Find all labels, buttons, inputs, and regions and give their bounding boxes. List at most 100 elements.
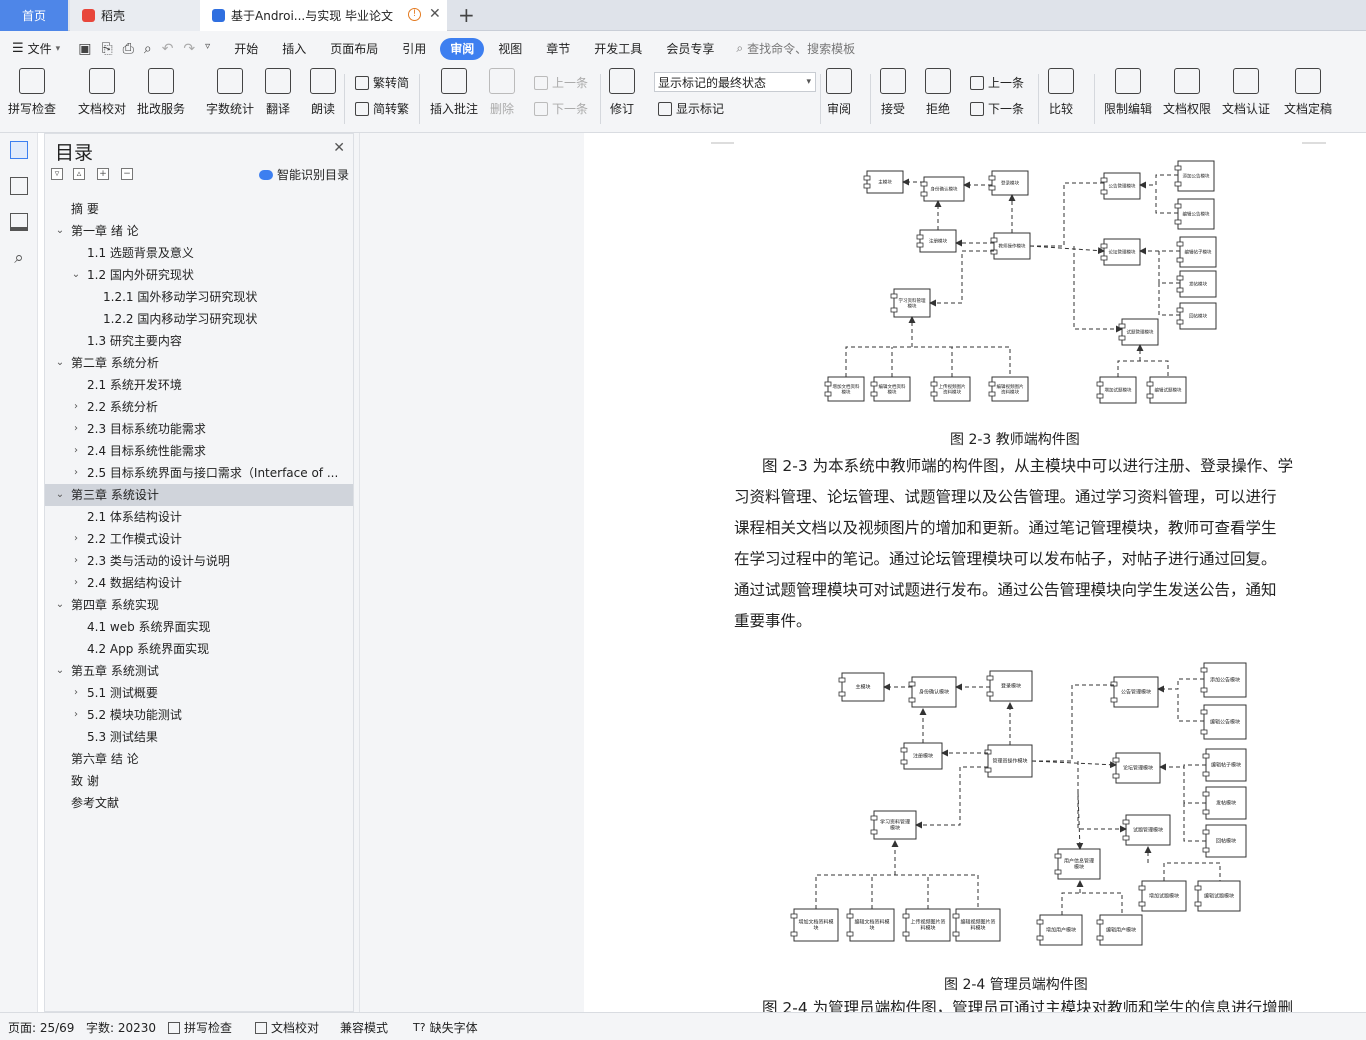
toc-item[interactable]: › 2.3 类与活动的设计与说明 bbox=[45, 550, 353, 572]
spell-check-button[interactable]: 拼写检查 bbox=[8, 68, 56, 117]
delete-comment-button[interactable]: 删除 bbox=[489, 68, 515, 117]
toc-item[interactable]: 参考文献 bbox=[45, 792, 353, 814]
toc-item[interactable]: › 2.2 系统分析 bbox=[45, 396, 353, 418]
review-pane-button[interactable]: 审阅 bbox=[826, 68, 852, 117]
chevron-down-icon[interactable]: ⌄ bbox=[71, 264, 81, 286]
collapse-all-icon[interactable]: ▿ bbox=[51, 168, 63, 180]
reject-button[interactable]: 拒绝 bbox=[925, 68, 951, 117]
show-markup-button[interactable]: 显示标记 bbox=[658, 100, 724, 117]
track-changes-button[interactable]: 修订 bbox=[609, 68, 635, 117]
missing-font-indicator[interactable]: T? 缺失字体 bbox=[413, 1019, 478, 1036]
insert-comment-button[interactable]: 插入批注 bbox=[430, 68, 478, 117]
print-icon[interactable]: ⎙ bbox=[123, 41, 134, 57]
undo-icon[interactable]: ↶ bbox=[162, 41, 174, 57]
menu-tab-5[interactable]: 视图 bbox=[488, 38, 532, 60]
toc-item[interactable]: 1.3 研究主要内容 bbox=[45, 330, 353, 352]
toc-item[interactable]: › 2.2 工作模式设计 bbox=[45, 528, 353, 550]
toc-item[interactable]: › 2.5 目标系统界面与接口需求（Interface of ... bbox=[45, 462, 353, 484]
menu-tab-2[interactable]: 页面布局 bbox=[320, 38, 388, 60]
chevron-down-icon[interactable]: ⌄ bbox=[55, 352, 65, 374]
redo-icon[interactable]: ↷ bbox=[183, 41, 195, 57]
simp-to-trad-button[interactable]: 简转繁 bbox=[355, 100, 409, 117]
status-spell-check[interactable]: 拼写检查 bbox=[168, 1019, 232, 1036]
toc-item[interactable]: 2.1 系统开发环境 bbox=[45, 374, 353, 396]
next-change-button[interactable]: 下一条 bbox=[970, 100, 1024, 117]
document-page[interactable]: 主模块 身份确认模块 登录模块 注册模块 教师操作模块 公告管理模块 添加公告模块 编辑公告模… bbox=[584, 133, 1366, 1012]
warning-icon[interactable]: ! bbox=[408, 8, 421, 21]
word-count-indicator[interactable]: 字数: 20230 bbox=[86, 1019, 156, 1036]
menu-tab-4[interactable]: 审阅 bbox=[440, 37, 485, 60]
preview-icon[interactable]: ⌕ bbox=[144, 41, 152, 57]
toc-item[interactable]: 1.1 选题背景及意义 bbox=[45, 242, 353, 264]
annotation-service-button[interactable]: 批改服务 bbox=[137, 68, 185, 117]
smart-toc-button[interactable]: 智能识别目录 bbox=[258, 166, 349, 183]
word-count-button[interactable]: 字数统计 bbox=[206, 68, 254, 117]
export-icon[interactable]: ⎘ bbox=[101, 41, 112, 57]
toc-item[interactable]: ⌄ 第一章 绪 论 bbox=[45, 220, 353, 242]
toc-item[interactable]: 4.2 App 系统界面实现 bbox=[45, 638, 353, 660]
toc-item[interactable]: › 5.2 模块功能测试 bbox=[45, 704, 353, 726]
toc-item[interactable]: 摘 要 bbox=[45, 198, 353, 220]
toc-item[interactable]: 4.1 web 系统界面实现 bbox=[45, 616, 353, 638]
chevron-right-icon[interactable]: › bbox=[71, 572, 81, 594]
bookmark-icon[interactable] bbox=[10, 213, 28, 231]
toc-item[interactable]: ⌄ 1.2 国内外研究现状 bbox=[45, 264, 353, 286]
tab-daoke[interactable]: 稻壳 bbox=[70, 0, 200, 31]
toc-item[interactable]: 第六章 结 论 bbox=[45, 748, 353, 770]
chevron-down-icon[interactable]: ⌄ bbox=[55, 594, 65, 616]
doc-finalize-button[interactable]: 文档定稿 bbox=[1284, 68, 1332, 117]
toc-view-icon[interactable] bbox=[10, 141, 28, 159]
read-aloud-button[interactable]: 朗读 bbox=[310, 68, 336, 117]
markup-display-select[interactable]: 显示标记的最终状态 ▾ bbox=[654, 72, 816, 92]
command-search[interactable]: ⌕ 查找命令、搜索模板 bbox=[736, 40, 855, 57]
chevron-down-icon[interactable]: ⌄ bbox=[55, 660, 65, 682]
restrict-editing-button[interactable]: 限制编辑 bbox=[1104, 68, 1152, 117]
expand-up-icon[interactable]: ▵ bbox=[73, 168, 85, 180]
compat-mode[interactable]: 兼容模式 bbox=[340, 1019, 388, 1036]
search-icon[interactable]: ⌕ bbox=[10, 249, 28, 267]
proofread-button[interactable]: 文档校对 bbox=[78, 68, 126, 117]
menu-tab-6[interactable]: 章节 bbox=[536, 38, 580, 60]
toc-item[interactable]: › 2.3 目标系统功能需求 bbox=[45, 418, 353, 440]
menu-tab-8[interactable]: 会员专享 bbox=[656, 38, 724, 60]
toc-item[interactable]: 5.3 测试结果 bbox=[45, 726, 353, 748]
next-comment-button[interactable]: 下一条 bbox=[534, 100, 588, 117]
customize-icon[interactable]: ▿ bbox=[205, 41, 210, 57]
chevron-down-icon[interactable]: ⌄ bbox=[55, 220, 65, 242]
chevron-down-icon[interactable]: ⌄ bbox=[55, 484, 65, 506]
toc-item[interactable]: › 5.1 测试概要 bbox=[45, 682, 353, 704]
chevron-right-icon[interactable]: › bbox=[71, 704, 81, 726]
prev-change-button[interactable]: 上一条 bbox=[970, 74, 1024, 91]
toc-item[interactable]: ⌄ 第五章 系统测试 bbox=[45, 660, 353, 682]
toc-item[interactable]: 1.2.1 国外移动学习研究现状 bbox=[45, 286, 353, 308]
add-heading-icon[interactable]: + bbox=[97, 168, 109, 180]
tab-document[interactable]: 基于Androi...与实现 毕业论文 ! ✕ bbox=[200, 0, 447, 31]
chevron-right-icon[interactable]: › bbox=[71, 682, 81, 704]
toc-item[interactable]: › 2.4 数据结构设计 bbox=[45, 572, 353, 594]
toc-item[interactable]: ⌄ 第三章 系统设计 bbox=[45, 484, 353, 506]
remove-heading-icon[interactable]: − bbox=[121, 168, 133, 180]
new-tab-button[interactable]: + bbox=[458, 3, 475, 27]
page-indicator[interactable]: 页面: 25/69 bbox=[8, 1019, 74, 1036]
chevron-right-icon[interactable]: › bbox=[71, 528, 81, 550]
file-menu[interactable]: ☰ 文件 ▾ bbox=[0, 38, 70, 60]
trad-to-simp-button[interactable]: 繁转简 bbox=[355, 74, 409, 91]
doc-certify-button[interactable]: 文档认证 bbox=[1222, 68, 1270, 117]
compare-button[interactable]: 比较 bbox=[1048, 68, 1074, 117]
save-icon[interactable]: ▣ bbox=[78, 41, 91, 57]
menu-tab-3[interactable]: 引用 bbox=[392, 38, 436, 60]
toc-item[interactable]: ⌄ 第四章 系统实现 bbox=[45, 594, 353, 616]
menu-tab-0[interactable]: 开始 bbox=[224, 38, 268, 60]
close-tab-icon[interactable]: ✕ bbox=[429, 6, 441, 22]
prev-comment-button[interactable]: 上一条 bbox=[534, 74, 588, 91]
close-icon[interactable]: ✕ bbox=[333, 140, 345, 156]
chevron-right-icon[interactable]: › bbox=[71, 462, 81, 484]
toc-item[interactable]: ⌄ 第二章 系统分析 bbox=[45, 352, 353, 374]
status-proofread[interactable]: 文档校对 bbox=[255, 1019, 319, 1036]
doc-permission-button[interactable]: 文档权限 bbox=[1163, 68, 1211, 117]
toc-item[interactable]: › 2.4 目标系统性能需求 bbox=[45, 440, 353, 462]
chevron-right-icon[interactable]: › bbox=[71, 396, 81, 418]
translate-button[interactable]: 翻译 bbox=[265, 68, 291, 117]
chapter-nav-icon[interactable] bbox=[10, 177, 28, 195]
menu-tab-7[interactable]: 开发工具 bbox=[584, 38, 652, 60]
